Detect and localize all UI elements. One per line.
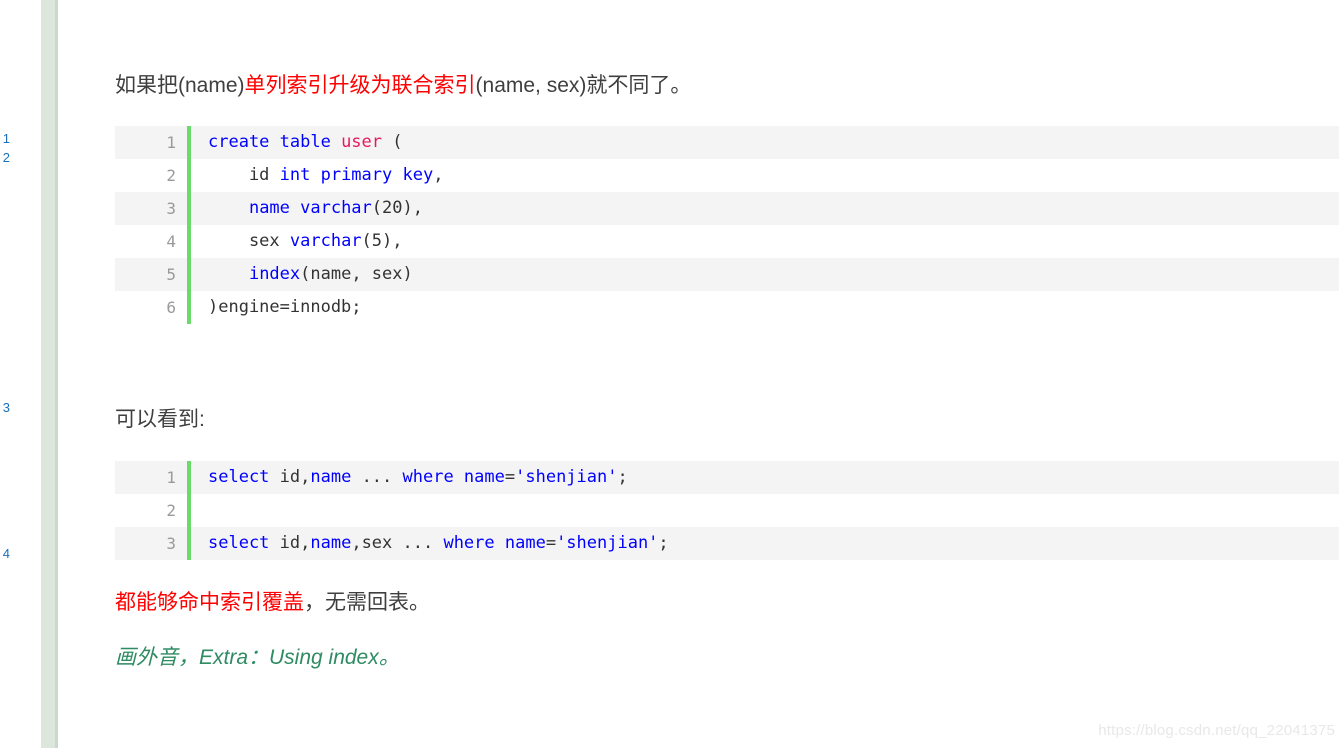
left-sidebar-rail: 1 2 3 4	[0, 0, 58, 748]
code-token: name varchar	[248, 198, 372, 218]
paragraph-kanjian: 可以看到:	[115, 408, 205, 431]
code-line: 2 id int primary key,	[115, 159, 1339, 192]
code-token: =	[504, 467, 516, 487]
toc-fragment-4[interactable]: 4	[0, 546, 10, 561]
code-token: (	[382, 132, 403, 152]
heading-text-highlight: 单列索引升级为联合索引	[244, 74, 476, 97]
code-token: select	[208, 533, 280, 553]
code-line-text[interactable]: select id,name,sex ... where name='shenj…	[191, 527, 1339, 560]
covering-index-highlight: 都能够命中索引覆盖	[115, 591, 304, 614]
code-token: (5),	[361, 231, 403, 251]
page-root: 1 2 3 4 如果把(name)单列索引升级为联合索引(name, sex)就…	[0, 0, 1339, 748]
code-line-text[interactable]: name varchar(20),	[191, 192, 1339, 225]
code-line: 4 sex varchar(5),	[115, 225, 1339, 258]
code-token: name	[310, 533, 352, 553]
code-line-text[interactable]: select id,name ... where name='shenjian'…	[191, 461, 1339, 494]
covering-index-rest: ，无需回表。	[304, 591, 430, 614]
code-token: id,	[279, 533, 311, 553]
code-token: 'shenjian'	[556, 533, 659, 553]
code-line-text[interactable]: sex varchar(5),	[191, 225, 1339, 258]
code-token: id,	[279, 467, 311, 487]
code-token: varchar	[289, 231, 362, 251]
code-line: 2	[115, 494, 1339, 527]
code-token: ;	[658, 533, 669, 553]
code-line: 1 create table user (	[115, 126, 1339, 159]
code-line: 1 select id,name ... where name='shenjian…	[115, 461, 1339, 494]
code-line: 5 index(name, sex)	[115, 258, 1339, 291]
code-token: ,sex ...	[351, 533, 444, 553]
code-token: int primary key	[279, 165, 434, 185]
code-token: where name	[402, 467, 505, 487]
paragraph-aside-note: 画外音，Extra：Using index。	[115, 646, 400, 669]
paragraph-heading: 如果把(name)单列索引升级为联合索引(name, sex)就不同了。	[58, 71, 691, 101]
code-line: 6 )engine=innodb;	[115, 291, 1339, 324]
code-token: sex	[208, 231, 290, 251]
paragraph-covering-index: 都能够命中索引覆盖，无需回表。	[58, 588, 430, 618]
code-line-number: 3	[166, 199, 176, 218]
code-line-number: 5	[166, 265, 176, 284]
code-token: name	[310, 467, 352, 487]
code-line-text[interactable]: id int primary key,	[191, 159, 1339, 192]
code-token: id	[208, 165, 280, 185]
code-token: ;	[617, 467, 628, 487]
code-token: ,	[433, 165, 444, 185]
article-content: 如果把(name)单列索引升级为联合索引(name, sex)就不同了。 1 cr…	[58, 0, 1339, 748]
code-token: 'shenjian'	[515, 467, 618, 487]
code-token: ...	[351, 467, 403, 487]
code-token: select	[208, 467, 280, 487]
toc-fragment-2[interactable]: 2	[0, 150, 10, 165]
code-line-number: 1	[166, 468, 176, 487]
code-token: =	[545, 533, 557, 553]
toc-fragment-3[interactable]: 3	[0, 400, 10, 415]
code-token: )engine=innodb;	[208, 297, 362, 317]
code-token: (20),	[371, 198, 423, 218]
code-line: 3 name varchar(20),	[115, 192, 1339, 225]
code-line-number: 4	[166, 232, 176, 251]
code-block-create-table[interactable]: 1 create table user (2 id int primary key…	[115, 126, 1339, 324]
code-line-number: 6	[166, 298, 176, 317]
code-line-text[interactable]: )engine=innodb;	[191, 291, 1339, 324]
code-line-number: 2	[166, 501, 176, 520]
heading-text-part-3: (name, sex)就不同了。	[475, 74, 692, 97]
code-block-select-queries[interactable]: 1 select id,name ... where name='shenjian…	[115, 461, 1339, 560]
code-line: 3 select id,name,sex ... where name='shen…	[115, 527, 1339, 560]
code-token: (name, sex)	[300, 264, 413, 284]
code-line-text[interactable]	[191, 494, 1339, 527]
code-line-number: 1	[166, 133, 176, 152]
code-token: user	[341, 132, 383, 152]
watermark-url: https://blog.csdn.net/qq_22041375	[1098, 722, 1335, 739]
code-line-number: 3	[166, 534, 176, 553]
code-line-text[interactable]: create table user (	[191, 126, 1339, 159]
code-token: where name	[443, 533, 546, 553]
code-line-number: 2	[166, 166, 176, 185]
code-token: create table	[208, 132, 342, 152]
heading-text-part-1: 如果把(name)	[115, 74, 245, 97]
toc-fragment-1[interactable]: 1	[0, 131, 10, 146]
code-line-text[interactable]: index(name, sex)	[191, 258, 1339, 291]
code-token: index	[248, 264, 301, 284]
